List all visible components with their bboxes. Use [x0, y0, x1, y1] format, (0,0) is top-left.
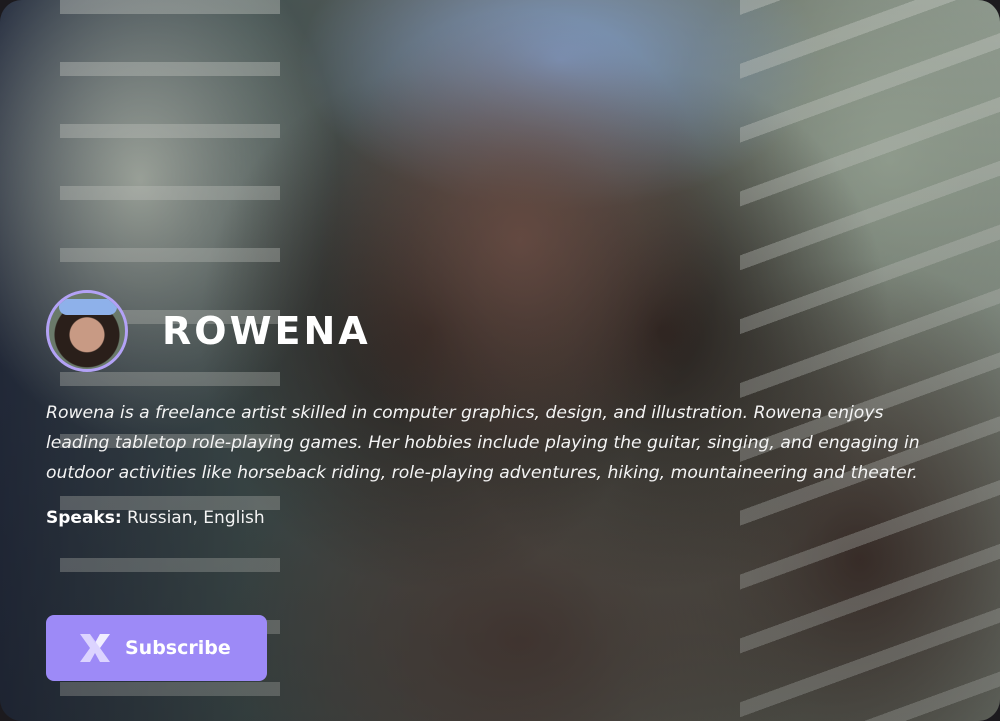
profile-card: ROWENA Rowena is a freelance artist skil…	[0, 0, 1000, 721]
subscribe-button[interactable]: Subscribe	[46, 615, 267, 681]
subscribe-label: Subscribe	[125, 637, 231, 659]
profile-bio: Rowena is a freelance artist skilled in …	[46, 403, 920, 483]
languages-value: Russian, English	[127, 508, 265, 528]
speaks-label: Speaks:	[46, 508, 122, 528]
profile-content: ROWENA Rowena is a freelance artist skil…	[46, 290, 946, 528]
avatar	[46, 290, 128, 372]
profile-name: ROWENA	[162, 309, 371, 353]
x-logo-icon	[80, 634, 110, 662]
languages-line: Speaks: Russian, English	[46, 508, 946, 528]
profile-header: ROWENA	[46, 290, 946, 372]
